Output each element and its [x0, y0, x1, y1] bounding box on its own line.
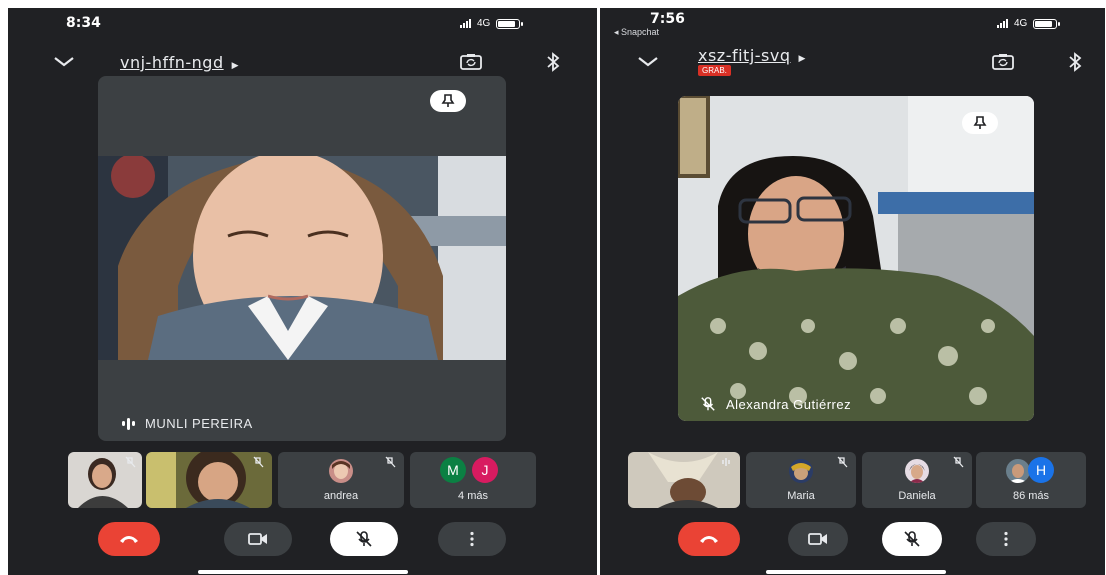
bluetooth-icon[interactable] [1062, 51, 1088, 73]
mic-off-icon [837, 456, 848, 468]
speaker-name: MUNLI PEREIRA [145, 416, 253, 431]
more-participants-label: 4 más [458, 490, 488, 502]
avatar-h: H [1028, 457, 1054, 483]
participant-name: Maria [787, 490, 815, 502]
participant-tile-more[interactable]: M J 4 más [410, 452, 536, 508]
end-call-button[interactable] [98, 522, 160, 556]
network-type: 4G [1014, 18, 1028, 29]
battery-icon [1033, 18, 1061, 29]
status-indicators: 4G [460, 18, 524, 29]
avatar [329, 459, 353, 483]
mic-off-icon [125, 456, 136, 468]
camera-toggle-button[interactable] [788, 522, 848, 556]
participant-tile-self[interactable] [628, 452, 740, 508]
camera-switch-icon[interactable] [458, 51, 484, 73]
mic-off-icon [953, 456, 964, 468]
end-call-icon [700, 536, 718, 543]
mic-toggle-button[interactable] [882, 522, 942, 556]
participant-name: Daniela [898, 490, 936, 502]
participant-tile-more[interactable]: H 86 más [976, 452, 1086, 508]
main-video-tile[interactable]: MUNLI PEREIRA [98, 76, 506, 441]
main-video-tile[interactable]: Alexandra Gutiérrez [678, 96, 1034, 421]
battery-icon [496, 18, 524, 29]
home-indicator[interactable] [766, 570, 946, 574]
participant-tile-andrea[interactable]: andrea [278, 452, 404, 508]
participant-video [678, 96, 1034, 421]
meeting-code-text: vnj-hffn-ngd [120, 53, 224, 72]
avatar-j: J [472, 457, 498, 483]
avatar-m: M [440, 457, 466, 483]
participant-video [98, 156, 506, 360]
mic-off-icon [701, 397, 715, 411]
status-time: 8:34 [66, 15, 101, 31]
pin-icon [441, 94, 455, 107]
camera-switch-icon[interactable] [990, 51, 1016, 73]
recording-badge: GRAB. [698, 65, 731, 76]
speaker-label: Alexandra Gutiérrez [700, 396, 851, 412]
avatar [1006, 459, 1030, 483]
mic-off-icon [253, 456, 264, 468]
signal-icon [460, 19, 471, 28]
more-vert-icon [470, 531, 474, 547]
pin-icon [973, 116, 987, 129]
bluetooth-icon[interactable] [540, 51, 566, 73]
participant-tile-daniela[interactable]: Daniela [862, 452, 972, 508]
participant-name: andrea [323, 490, 359, 502]
chevron-down-icon[interactable] [634, 52, 662, 72]
signal-icon [997, 19, 1008, 28]
speaker-name: Alexandra Gutiérrez [726, 396, 852, 412]
participant-tile-self[interactable] [68, 452, 142, 508]
video-camera-icon [808, 533, 827, 545]
play-arrow-icon: ▶ [798, 54, 806, 64]
play-arrow-icon: ▶ [231, 61, 240, 71]
participant-tile-video[interactable] [146, 452, 272, 508]
more-options-button[interactable] [976, 522, 1036, 556]
chevron-down-icon[interactable] [50, 52, 78, 72]
audio-level-icon [122, 417, 135, 430]
more-vert-icon [1004, 531, 1008, 547]
camera-toggle-button[interactable] [224, 522, 292, 556]
meeting-code[interactable]: xsz-fitj-svq ▶ [698, 46, 806, 65]
mic-off-icon [356, 531, 372, 547]
audio-level-icon [722, 458, 730, 466]
meeting-code[interactable]: vnj-hffn-ngd ▶ [120, 53, 239, 72]
meeting-code-text: xsz-fitj-svq [698, 46, 791, 65]
avatar [789, 459, 813, 483]
end-call-button[interactable] [678, 522, 740, 556]
more-participants-label: 86 más [1012, 490, 1050, 502]
left-phone-screen: 8:34 4G vnj-hffn-ngd ▶ MUNLI PEREIRA and… [8, 8, 597, 575]
right-phone-screen: 7:56 ◂ Snapchat 4G xsz-fitj-svq ▶ GRAB. [600, 8, 1105, 575]
home-indicator[interactable] [198, 570, 408, 574]
status-time: 7:56 [650, 11, 685, 27]
mic-off-icon [904, 531, 920, 547]
more-options-button[interactable] [438, 522, 506, 556]
back-to-app-link[interactable]: ◂ Snapchat [614, 27, 659, 38]
status-indicators: 4G [997, 18, 1061, 29]
avatar [905, 459, 929, 483]
pin-button[interactable] [430, 90, 466, 112]
network-type: 4G [477, 18, 491, 29]
end-call-icon [120, 536, 138, 543]
pin-button[interactable] [962, 112, 998, 134]
video-camera-icon [248, 533, 267, 545]
participant-tile-maria[interactable]: Maria [746, 452, 856, 508]
mic-toggle-button[interactable] [330, 522, 398, 556]
mic-off-icon [385, 456, 396, 468]
speaker-label: MUNLI PEREIRA [122, 416, 253, 431]
